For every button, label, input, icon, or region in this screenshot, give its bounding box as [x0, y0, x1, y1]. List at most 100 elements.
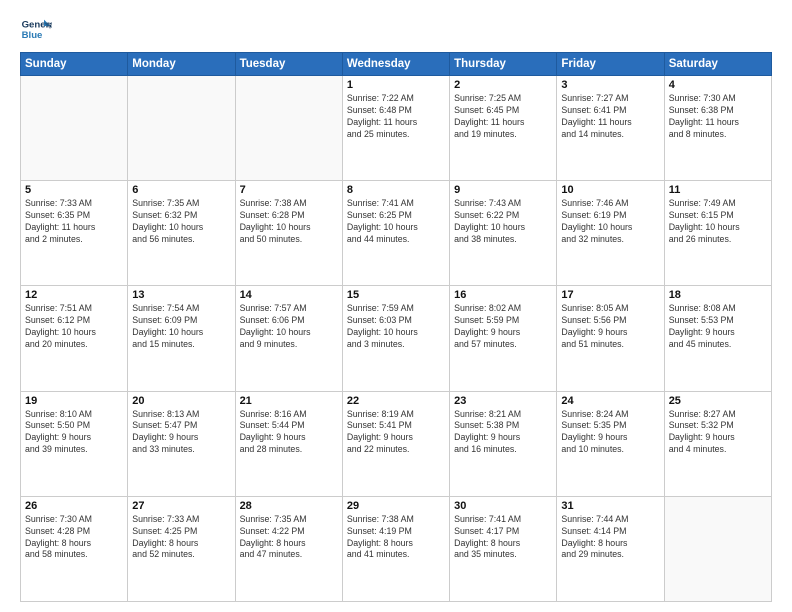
calendar-cell [21, 76, 128, 181]
day-info: Sunrise: 8:27 AMSunset: 5:32 PMDaylight:… [669, 409, 767, 457]
calendar-cell: 21Sunrise: 8:16 AMSunset: 5:44 PMDayligh… [235, 391, 342, 496]
calendar-cell: 14 Sunrise: 7:57 AMSunset: 6:06 PMDayligh… [235, 286, 342, 391]
calendar-header-thursday: Thursday [450, 53, 557, 76]
day-number: 2 [454, 79, 552, 91]
day-info: Sunrise: 7:33 AMSunset: 4:25 PMDaylight:… [132, 514, 230, 562]
calendar-cell: 30Sunrise: 7:41 AMSunset: 4:17 PMDayligh… [450, 496, 557, 601]
day-number: 29 [347, 500, 445, 512]
day-number: 9 [454, 184, 552, 196]
day-info: Sunrise: 7:35 AMSunset: 6:32 PMDaylight:… [132, 198, 230, 246]
day-info: Sunrise: 7:38 AMSunset: 6:28 PMDaylight:… [240, 198, 338, 246]
calendar-header-sunday: Sunday [21, 53, 128, 76]
calendar-cell: 19 Sunrise: 8:10 AMSunset: 5:50 PMDayligh… [21, 391, 128, 496]
day-info: Sunrise: 7:49 AMSunset: 6:15 PMDaylight:… [669, 198, 767, 246]
calendar-cell: 29 Sunrise: 7:38 AMSunset: 4:19 PMDayligh… [342, 496, 449, 601]
day-number: 26 [25, 500, 123, 512]
calendar-header-saturday: Saturday [664, 53, 771, 76]
calendar-cell: 24 Sunrise: 8:24 AMSunset: 5:35 PMDayligh… [557, 391, 664, 496]
calendar-cell [235, 76, 342, 181]
calendar-cell: 11Sunrise: 7:49 AMSunset: 6:15 PMDayligh… [664, 181, 771, 286]
calendar-cell: 20 Sunrise: 8:13 AMSunset: 5:47 PMDayligh… [128, 391, 235, 496]
day-info: Sunrise: 7:41 AMSunset: 4:17 PMDaylight:… [454, 514, 552, 562]
calendar-week-0: 1 Sunrise: 7:22 AMSunset: 6:48 PMDaylight… [21, 76, 772, 181]
calendar-cell: 22 Sunrise: 8:19 AMSunset: 5:41 PMDayligh… [342, 391, 449, 496]
calendar-cell: 7 Sunrise: 7:38 AMSunset: 6:28 PMDaylight… [235, 181, 342, 286]
day-info: Sunrise: 7:54 AMSunset: 6:09 PMDaylight:… [132, 303, 230, 351]
calendar-cell: 2 Sunrise: 7:25 AMSunset: 6:45 PMDaylight… [450, 76, 557, 181]
calendar-cell: 25 Sunrise: 8:27 AMSunset: 5:32 PMDayligh… [664, 391, 771, 496]
day-info: Sunrise: 7:27 AMSunset: 6:41 PMDaylight:… [561, 93, 659, 141]
day-number: 12 [25, 289, 123, 301]
day-info: Sunrise: 8:13 AMSunset: 5:47 PMDaylight:… [132, 409, 230, 457]
day-info: Sunrise: 7:22 AMSunset: 6:48 PMDaylight:… [347, 93, 445, 141]
day-info: Sunrise: 8:16 AMSunset: 5:44 PMDaylight:… [240, 409, 338, 457]
calendar-cell [128, 76, 235, 181]
day-info: Sunrise: 7:57 AMSunset: 6:06 PMDaylight:… [240, 303, 338, 351]
day-info: Sunrise: 7:35 AMSunset: 4:22 PMDaylight:… [240, 514, 338, 562]
calendar-cell: 17 Sunrise: 8:05 AMSunset: 5:56 PMDayligh… [557, 286, 664, 391]
day-number: 25 [669, 395, 767, 407]
day-number: 8 [347, 184, 445, 196]
calendar-header-monday: Monday [128, 53, 235, 76]
day-number: 22 [347, 395, 445, 407]
day-info: Sunrise: 7:30 AMSunset: 6:38 PMDaylight:… [669, 93, 767, 141]
day-info: Sunrise: 7:25 AMSunset: 6:45 PMDaylight:… [454, 93, 552, 141]
day-info: Sunrise: 8:10 AMSunset: 5:50 PMDaylight:… [25, 409, 123, 457]
day-info: Sunrise: 7:33 AMSunset: 6:35 PMDaylight:… [25, 198, 123, 246]
day-number: 28 [240, 500, 338, 512]
day-number: 18 [669, 289, 767, 301]
logo: General Blue [20, 16, 52, 44]
day-info: Sunrise: 7:38 AMSunset: 4:19 PMDaylight:… [347, 514, 445, 562]
day-number: 14 [240, 289, 338, 301]
day-number: 16 [454, 289, 552, 301]
calendar-header-wednesday: Wednesday [342, 53, 449, 76]
calendar-cell: 16 Sunrise: 8:02 AMSunset: 5:59 PMDayligh… [450, 286, 557, 391]
day-number: 31 [561, 500, 659, 512]
day-number: 24 [561, 395, 659, 407]
calendar-cell: 6 Sunrise: 7:35 AMSunset: 6:32 PMDaylight… [128, 181, 235, 286]
day-number: 6 [132, 184, 230, 196]
day-info: Sunrise: 7:41 AMSunset: 6:25 PMDaylight:… [347, 198, 445, 246]
day-info: Sunrise: 8:24 AMSunset: 5:35 PMDaylight:… [561, 409, 659, 457]
calendar-cell: 5 Sunrise: 7:33 AMSunset: 6:35 PMDaylight… [21, 181, 128, 286]
day-info: Sunrise: 8:02 AMSunset: 5:59 PMDaylight:… [454, 303, 552, 351]
day-info: Sunrise: 7:30 AMSunset: 4:28 PMDaylight:… [25, 514, 123, 562]
calendar-cell: 13Sunrise: 7:54 AMSunset: 6:09 PMDayligh… [128, 286, 235, 391]
calendar-week-2: 12Sunrise: 7:51 AMSunset: 6:12 PMDayligh… [21, 286, 772, 391]
day-info: Sunrise: 7:43 AMSunset: 6:22 PMDaylight:… [454, 198, 552, 246]
calendar-cell: 1 Sunrise: 7:22 AMSunset: 6:48 PMDaylight… [342, 76, 449, 181]
calendar-cell: 9 Sunrise: 7:43 AMSunset: 6:22 PMDaylight… [450, 181, 557, 286]
calendar-table: SundayMondayTuesdayWednesdayThursdayFrid… [20, 52, 772, 602]
day-info: Sunrise: 8:21 AMSunset: 5:38 PMDaylight:… [454, 409, 552, 457]
day-number: 5 [25, 184, 123, 196]
header: General Blue [20, 16, 772, 44]
calendar-week-1: 5 Sunrise: 7:33 AMSunset: 6:35 PMDaylight… [21, 181, 772, 286]
day-number: 23 [454, 395, 552, 407]
day-number: 17 [561, 289, 659, 301]
calendar-cell: 23 Sunrise: 8:21 AMSunset: 5:38 PMDayligh… [450, 391, 557, 496]
calendar-cell: 4 Sunrise: 7:30 AMSunset: 6:38 PMDaylight… [664, 76, 771, 181]
calendar-cell: 18Sunrise: 8:08 AMSunset: 5:53 PMDayligh… [664, 286, 771, 391]
day-info: Sunrise: 8:05 AMSunset: 5:56 PMDaylight:… [561, 303, 659, 351]
calendar-cell: 27Sunrise: 7:33 AMSunset: 4:25 PMDayligh… [128, 496, 235, 601]
calendar-cell: 26 Sunrise: 7:30 AMSunset: 4:28 PMDayligh… [21, 496, 128, 601]
calendar-header-friday: Friday [557, 53, 664, 76]
calendar-cell: 28 Sunrise: 7:35 AMSunset: 4:22 PMDayligh… [235, 496, 342, 601]
calendar-week-3: 19 Sunrise: 8:10 AMSunset: 5:50 PMDayligh… [21, 391, 772, 496]
day-info: Sunrise: 8:19 AMSunset: 5:41 PMDaylight:… [347, 409, 445, 457]
day-number: 4 [669, 79, 767, 91]
day-number: 3 [561, 79, 659, 91]
calendar-cell [664, 496, 771, 601]
day-info: Sunrise: 7:44 AMSunset: 4:14 PMDaylight:… [561, 514, 659, 562]
calendar-cell: 3 Sunrise: 7:27 AMSunset: 6:41 PMDaylight… [557, 76, 664, 181]
day-info: Sunrise: 7:59 AMSunset: 6:03 PMDaylight:… [347, 303, 445, 351]
day-number: 1 [347, 79, 445, 91]
day-number: 19 [25, 395, 123, 407]
day-number: 20 [132, 395, 230, 407]
calendar-cell: 15Sunrise: 7:59 AMSunset: 6:03 PMDayligh… [342, 286, 449, 391]
calendar-header-row: SundayMondayTuesdayWednesdayThursdayFrid… [21, 53, 772, 76]
day-number: 7 [240, 184, 338, 196]
calendar-week-4: 26 Sunrise: 7:30 AMSunset: 4:28 PMDayligh… [21, 496, 772, 601]
calendar-cell: 8 Sunrise: 7:41 AMSunset: 6:25 PMDaylight… [342, 181, 449, 286]
day-info: Sunrise: 7:46 AMSunset: 6:19 PMDaylight:… [561, 198, 659, 246]
